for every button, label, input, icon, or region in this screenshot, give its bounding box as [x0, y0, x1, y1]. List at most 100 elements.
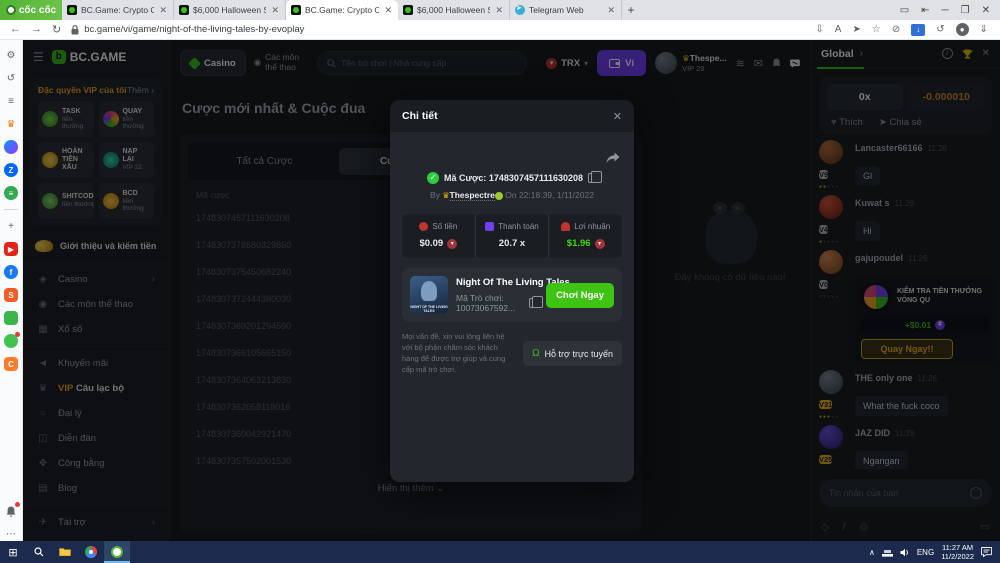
history-icon[interactable]: ↺ [4, 71, 18, 85]
bookmark-star-icon[interactable]: ☆ [872, 24, 881, 35]
tab-title: Telegram Web [529, 5, 602, 15]
settings-gear-icon[interactable]: ⚙ [4, 48, 18, 62]
bet-datetime: 22:18:39, 1/11/2022 [519, 190, 594, 200]
shopee-icon[interactable]: S [4, 288, 18, 302]
payout-wallet-icon [485, 222, 494, 231]
browser-tab-strip: cốc cốc BC.Game: Crypto Casino Gan ✕ $6,… [0, 0, 1000, 20]
gamepad-icon[interactable]: ≡ [4, 186, 18, 200]
window-close-button[interactable]: ✕ [982, 5, 990, 16]
tab-close-icon[interactable]: ✕ [383, 5, 393, 16]
window-maximize-button[interactable]: ❐ [961, 5, 970, 16]
bcgame-favicon [291, 5, 301, 15]
telegram-favicon [515, 5, 525, 15]
share-page-icon[interactable]: ➤ [852, 24, 860, 35]
bcgame-favicon [67, 5, 77, 15]
bcgame-page: ☰ b BC.GAME Đặc quyền VIP của tôi Thêm ›… [23, 40, 1000, 541]
reading-list-icon[interactable]: ≡ [4, 94, 18, 108]
padlock-icon [71, 25, 79, 35]
sync-icon[interactable]: ↺ [936, 24, 944, 35]
stat-payout: Thanh toán 20.7 x [475, 214, 549, 258]
chrome-taskbar-icon[interactable] [78, 541, 104, 563]
tab-bcgame-1[interactable]: BC.Game: Crypto Casino Gan ✕ [62, 0, 174, 20]
cart-app-icon[interactable]: C [4, 357, 18, 371]
copy-bet-id-icon[interactable] [588, 173, 597, 183]
messenger-icon[interactable] [4, 140, 18, 154]
tab-title: BC.Game: Crypto Casino Gan [305, 5, 379, 15]
tab-close-icon[interactable]: ✕ [158, 5, 168, 16]
crown-rewards-icon[interactable]: ♛ [4, 117, 18, 131]
language-indicator[interactable]: ENG [917, 548, 934, 557]
forward-icon[interactable]: → [31, 23, 42, 36]
stat-profit: Lợi nhuận $1.96▾ [548, 214, 622, 258]
tab-media-icon[interactable]: ▭ [900, 5, 909, 16]
tab-title: $6,000 Halloween Slot Battle [193, 5, 266, 15]
mini-trophy-icon: ♛ [442, 191, 449, 200]
browser-profile-avatar[interactable]: ● [956, 23, 969, 36]
tab-title: $6,000 Halloween Slot Battl [417, 5, 490, 15]
game-id-text: Mã Trò chơi: 10073067592... [456, 293, 525, 313]
notifications-bell-icon[interactable] [4, 504, 18, 518]
refresh-icon[interactable]: ↻ [52, 23, 61, 36]
tab-halloween-1[interactable]: $6,000 Halloween Slot Battle ✕ [174, 0, 286, 20]
facebook-icon[interactable]: f [4, 265, 18, 279]
game-title: Night Of The Living Tales [456, 277, 538, 288]
zalo-icon[interactable]: Z [4, 163, 18, 177]
tab-telegram[interactable]: Telegram Web ✕ [510, 0, 622, 20]
bet-id-text: Mã Cược: 1748307457111630208 [444, 173, 583, 183]
share-bet-icon[interactable] [606, 152, 620, 164]
downloads-tray-icon[interactable]: ⇓ [980, 24, 988, 35]
network-icon[interactable] [882, 548, 893, 557]
add-shortcut-icon[interactable]: + [4, 219, 18, 233]
address-bar[interactable]: bc.game/vi/game/night-of-the-living-tale… [71, 24, 803, 35]
green-app-icon[interactable] [4, 311, 18, 325]
adblock-shield-icon[interactable]: ⊘ [892, 24, 900, 35]
money-bag-icon [419, 222, 428, 231]
modal-close-icon[interactable]: ✕ [613, 110, 622, 123]
translate-icon[interactable]: A [835, 24, 842, 35]
tab-close-icon[interactable]: ✕ [494, 5, 504, 16]
start-button[interactable]: ⊞ [0, 541, 26, 563]
bcgame-favicon [179, 5, 189, 15]
taskbar-search-icon[interactable] [26, 541, 52, 563]
coccoc-logo-icon [6, 5, 16, 15]
verified-check-icon: ✓ [427, 172, 439, 184]
tab-close-icon[interactable]: ✕ [270, 5, 280, 16]
bet-byline: By ♛Thespectre On 22:18:39, 1/11/2022 [390, 190, 634, 200]
tab-title: BC.Game: Crypto Casino Gan [81, 5, 154, 15]
modal-title: Chi tiết [402, 110, 613, 122]
coccoc-taskbar-icon[interactable] [104, 541, 130, 563]
tab-bcgame-active[interactable]: BC.Game: Crypto Casino Gan ✕ [286, 0, 398, 20]
file-explorer-icon[interactable] [52, 541, 78, 563]
play-now-button[interactable]: Chơi Ngay [546, 283, 614, 308]
youtube-icon[interactable]: ▶ [4, 242, 18, 256]
trx-coin-icon: ▾ [447, 239, 457, 249]
new-tab-button[interactable]: + [622, 0, 640, 20]
url-text: bc.game/vi/game/night-of-the-living-tale… [84, 24, 304, 35]
clock[interactable]: 11:27 AM 11/2/2022 [941, 543, 974, 561]
bcgame-favicon [403, 5, 413, 15]
download-button[interactable]: ↓ [911, 24, 925, 36]
live-support-button[interactable]: Ω Hỗ trợ trực tuyến [523, 341, 622, 366]
frog-emoji-icon [495, 192, 503, 200]
browser-brand-label: cốc cốc [19, 5, 56, 16]
volume-icon[interactable] [900, 548, 910, 557]
bettor-name[interactable]: Thespectre [450, 190, 495, 201]
tray-expand-icon[interactable]: ∧ [869, 548, 875, 557]
game-thumbnail[interactable]: NIGHT OF THE LIVING TALES [410, 276, 448, 314]
tab-restore-icon[interactable]: ⇤ [921, 5, 929, 16]
windows-taskbar: ⊞ ∧ ENG 11:27 AM 11/2/2022 [0, 541, 1000, 563]
support-note: Mọi vấn đề, xin vui lòng liên hệ với bộ … [402, 332, 515, 376]
copy-game-id-icon[interactable] [529, 298, 538, 308]
chat-app-icon[interactable] [4, 334, 18, 348]
game-card: NIGHT OF THE LIVING TALES Night Of The L… [402, 268, 622, 322]
save-page-icon[interactable]: ⇩ [815, 24, 823, 35]
stat-amount: Số tiền $0.09▾ [402, 214, 475, 258]
back-icon[interactable]: ← [10, 23, 21, 36]
browser-navbar: ← → ↻ bc.game/vi/game/night-of-the-livin… [0, 20, 1000, 40]
tab-close-icon[interactable]: ✕ [606, 5, 616, 16]
action-center-icon[interactable] [981, 547, 992, 557]
browser-side-rail: ⚙ ↺ ≡ ♛ Z ≡ + ▶ f S C ⋯ [0, 40, 23, 541]
tab-halloween-2[interactable]: $6,000 Halloween Slot Battl ✕ [398, 0, 510, 20]
window-minimize-button[interactable]: ─ [942, 5, 949, 16]
more-options-icon[interactable]: ⋯ [4, 527, 18, 541]
